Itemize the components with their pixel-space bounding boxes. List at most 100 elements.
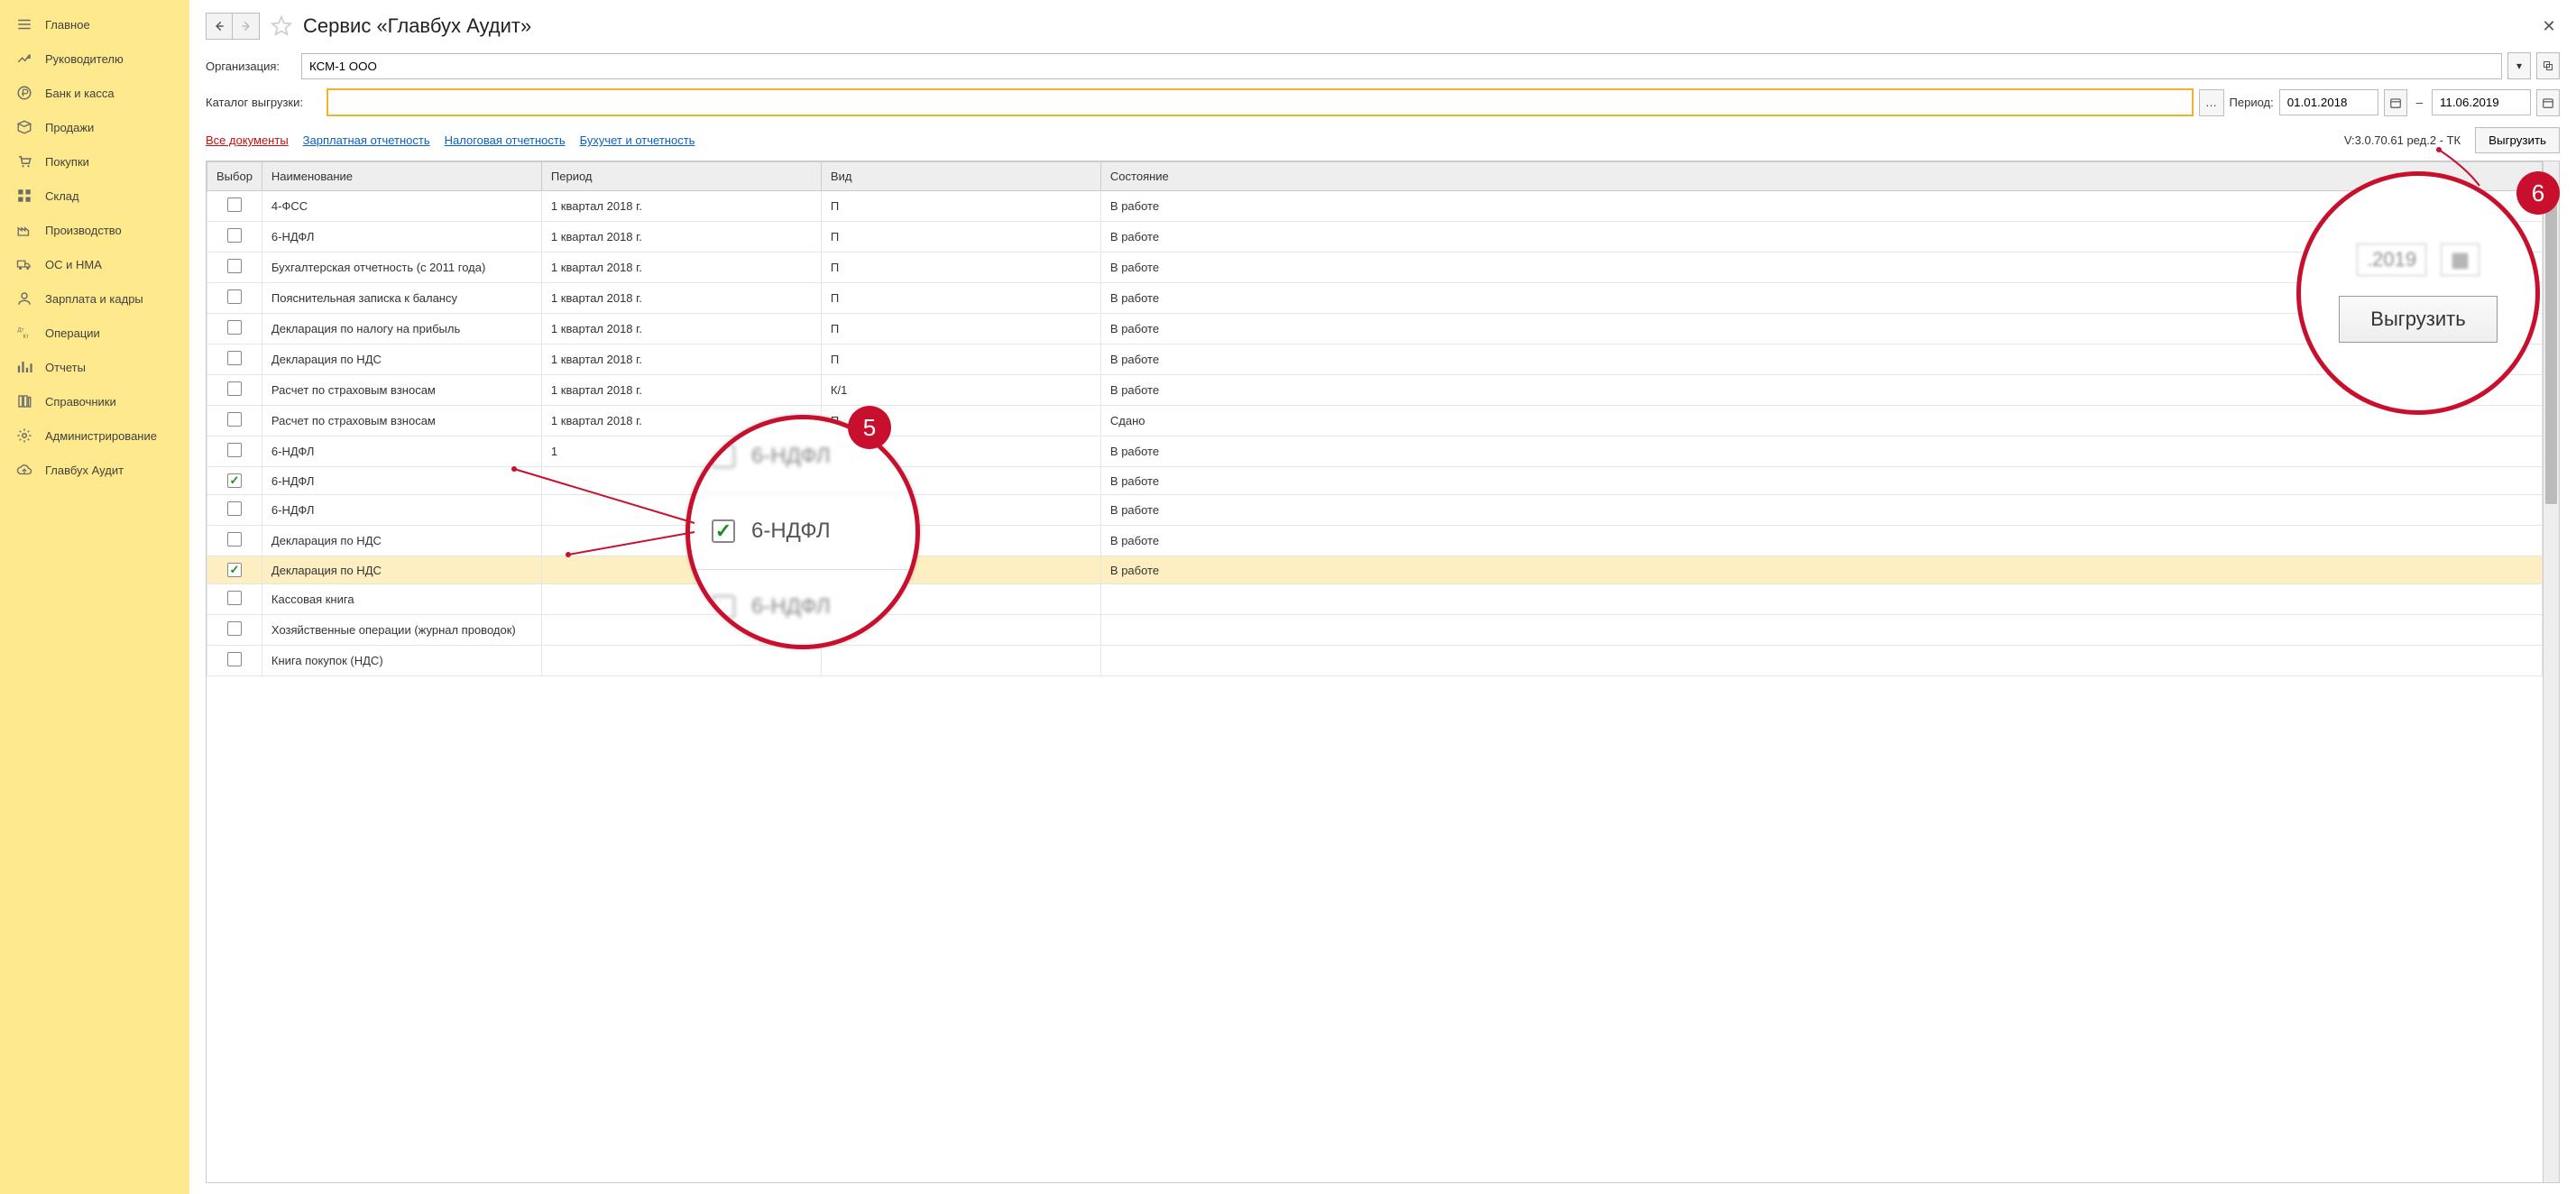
row-checkbox[interactable]: [227, 289, 242, 304]
dtkt-icon: ДтКт: [16, 325, 32, 341]
table-row[interactable]: Декларация по НДС П В работе: [207, 556, 2543, 584]
org-dropdown-button[interactable]: ▾: [2507, 52, 2531, 79]
cell-name: Декларация по НДС: [262, 556, 541, 584]
sidebar-item-12[interactable]: Администрирование: [0, 418, 189, 453]
table-row[interactable]: Пояснительная записка к балансу 1 кварта…: [207, 283, 2543, 314]
sidebar-item-label: Производство: [45, 224, 122, 237]
cell-name: Расчет по страховым взносам: [262, 406, 541, 436]
th-select[interactable]: Выбор: [207, 162, 262, 191]
table-row[interactable]: Декларация по налогу на прибыль 1 кварта…: [207, 314, 2543, 344]
table-row[interactable]: Хозяйственные операции (журнал проводок): [207, 615, 2543, 646]
table-row[interactable]: 6-НДФЛ П В работе: [207, 495, 2543, 526]
cell-state: В работе: [1100, 375, 2542, 406]
cell-period: 1 квартал 2018 г.: [541, 253, 821, 283]
sidebar-item-7[interactable]: ОС и НМА: [0, 247, 189, 281]
row-checkbox[interactable]: [227, 228, 242, 243]
sidebar-item-4[interactable]: Покупки: [0, 144, 189, 179]
person-icon: [16, 290, 32, 307]
nav-forward-button[interactable]: [233, 13, 260, 40]
table-row[interactable]: 6-НДФЛ 1 квартал 2018 г. П В работе: [207, 222, 2543, 253]
row-checkbox[interactable]: [227, 197, 242, 212]
trend-icon: [16, 51, 32, 67]
documents-table: Выбор Наименование Период Вид Состояние …: [207, 161, 2543, 676]
sidebar-item-13[interactable]: Главбух Аудит: [0, 453, 189, 487]
cell-name: 6-НДФЛ: [262, 436, 541, 467]
row-checkbox[interactable]: [227, 473, 242, 488]
table-row[interactable]: Расчет по страховым взносам 1 квартал 20…: [207, 375, 2543, 406]
sidebar-item-6[interactable]: Производство: [0, 213, 189, 247]
table-row[interactable]: 6-НДФЛ К/2 В работе: [207, 467, 2543, 495]
sidebar-item-11[interactable]: Справочники: [0, 384, 189, 418]
row-checkbox[interactable]: [227, 532, 242, 546]
cell-vid: П: [821, 253, 1100, 283]
th-state[interactable]: Состояние: [1100, 162, 2542, 191]
filter-nal[interactable]: Налоговая отчетность: [445, 133, 566, 147]
cell-name: Бухгалтерская отчетность (с 2011 года): [262, 253, 541, 283]
sidebar-item-label: Покупки: [45, 155, 89, 169]
sidebar-item-label: Главбух Аудит: [45, 464, 124, 477]
row-checkbox[interactable]: [227, 351, 242, 365]
catalog-browse-button[interactable]: …: [2199, 89, 2224, 116]
row-checkbox[interactable]: [227, 443, 242, 457]
sidebar-item-10[interactable]: Отчеты: [0, 350, 189, 384]
row-checkbox[interactable]: [227, 381, 242, 396]
sidebar-item-1[interactable]: Руководителю: [0, 41, 189, 76]
row-checkbox[interactable]: [227, 591, 242, 605]
nav-back-button[interactable]: [206, 13, 233, 40]
period-to-input[interactable]: [2432, 89, 2531, 115]
period-to-calendar-icon[interactable]: [2536, 89, 2560, 116]
row-checkbox[interactable]: [227, 621, 242, 636]
sidebar-item-label: Администрирование: [45, 429, 157, 443]
cell-state: В работе: [1100, 556, 2542, 584]
gear-icon: [16, 427, 32, 444]
row-checkbox[interactable]: [227, 501, 242, 516]
table-row[interactable]: Бухгалтерская отчетность (с 2011 года) 1…: [207, 253, 2543, 283]
period-from-input[interactable]: [2279, 89, 2378, 115]
favorite-star-icon[interactable]: [269, 14, 294, 39]
cell-vid: П: [821, 283, 1100, 314]
table-row[interactable]: 6-НДФЛ 1 К/1 В работе: [207, 436, 2543, 467]
th-period[interactable]: Период: [541, 162, 821, 191]
org-input[interactable]: [301, 53, 2502, 79]
sidebar-item-label: Продажи: [45, 121, 94, 134]
close-button[interactable]: ✕: [2538, 15, 2560, 37]
org-open-button[interactable]: [2536, 52, 2560, 79]
scrollbar-vertical[interactable]: [2543, 161, 2559, 1182]
sidebar: ГлавноеРуководителюБанк и касса Продажи По…: [0, 0, 189, 1194]
row-checkbox[interactable]: [227, 320, 242, 335]
row-checkbox[interactable]: [227, 412, 242, 427]
sidebar-item-3[interactable]: Продажи: [0, 110, 189, 144]
th-vid[interactable]: Вид: [821, 162, 1100, 191]
cell-name: Расчет по страховым взносам: [262, 375, 541, 406]
sidebar-item-0[interactable]: Главное: [0, 7, 189, 41]
svg-text:Дт: Дт: [18, 328, 24, 334]
row-checkbox[interactable]: [227, 259, 242, 273]
filter-zp[interactable]: Зарплатная отчетность: [303, 133, 430, 147]
table-row[interactable]: Кассовая книга: [207, 584, 2543, 615]
scrollbar-thumb[interactable]: [2545, 188, 2557, 504]
th-name[interactable]: Наименование: [262, 162, 541, 191]
catalog-label: Каталог выгрузки:: [206, 96, 321, 109]
sidebar-item-9[interactable]: ДтКтОперации: [0, 316, 189, 350]
cell-name: 6-НДФЛ: [262, 467, 541, 495]
sidebar-item-2[interactable]: Банк и касса: [0, 76, 189, 110]
table-row[interactable]: 4-ФСС 1 квартал 2018 г. П В работе: [207, 191, 2543, 222]
period-from-calendar-icon[interactable]: [2384, 89, 2407, 116]
row-checkbox[interactable]: [227, 652, 242, 666]
table-row[interactable]: Книга покупок (НДС): [207, 646, 2543, 676]
titlebar: Сервис «Главбух Аудит» ✕: [206, 9, 2560, 52]
sidebar-item-5[interactable]: Склад: [0, 179, 189, 213]
table-row[interactable]: Расчет по страховым взносам 1 квартал 20…: [207, 406, 2543, 436]
annotation-zoom-6: .2019▦ Выгрузить: [2296, 171, 2540, 415]
page-title: Сервис «Главбух Аудит»: [303, 14, 531, 38]
sidebar-item-8[interactable]: Зарплата и кадры: [0, 281, 189, 316]
catalog-input[interactable]: [327, 88, 2194, 116]
filter-all[interactable]: Все документы: [206, 133, 289, 147]
cell-state: [1100, 615, 2542, 646]
table-row[interactable]: Декларация по НДС П В работе: [207, 526, 2543, 556]
org-label: Организация:: [206, 60, 296, 73]
filter-bux[interactable]: Бухучет и отчетность: [580, 133, 695, 147]
row-checkbox[interactable]: [227, 563, 242, 577]
table-row[interactable]: Декларация по НДС 1 квартал 2018 г. П В …: [207, 344, 2543, 375]
bars-icon: [16, 359, 32, 375]
